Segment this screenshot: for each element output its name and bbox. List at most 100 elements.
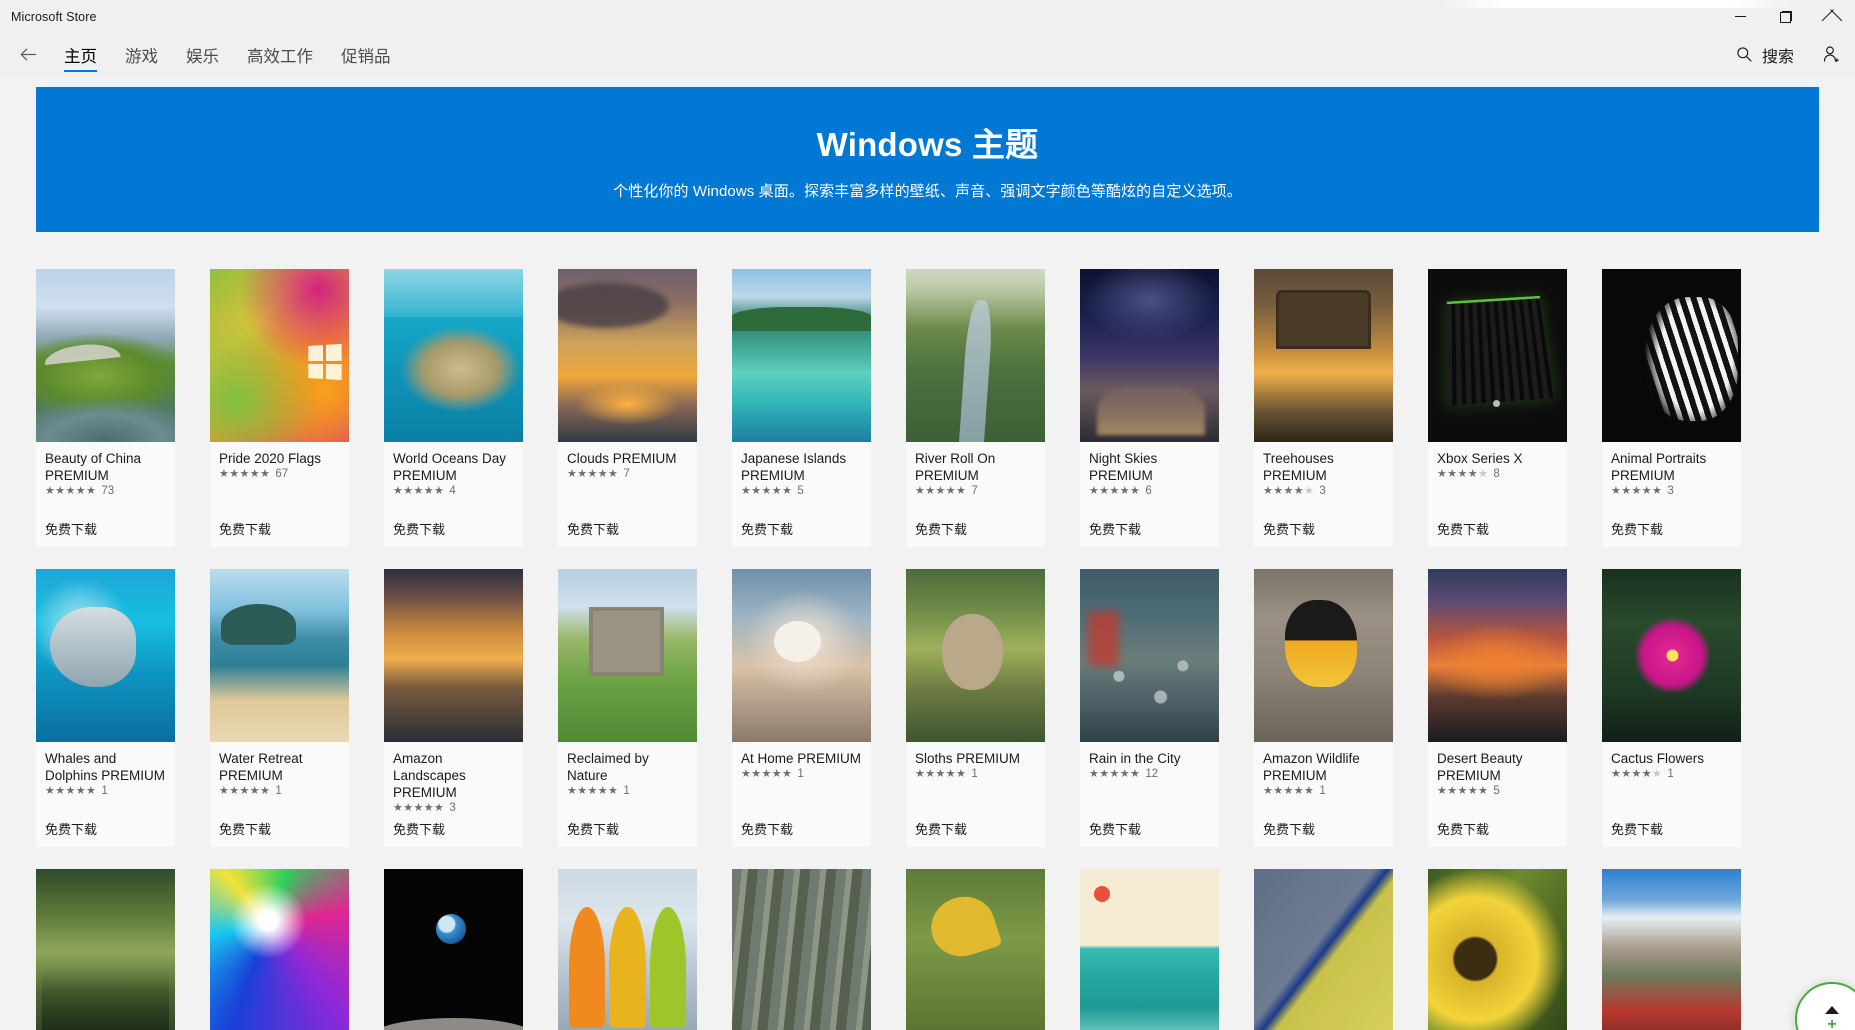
account-button[interactable]	[1808, 33, 1855, 76]
tile-price[interactable]: 免费下载	[567, 519, 688, 547]
thumbnail-clouds	[558, 269, 697, 442]
thumbnail-surfboards	[558, 869, 697, 1030]
minimize-button[interactable]	[1717, 0, 1763, 33]
thumbnail-whales-and-dolphins	[36, 569, 175, 742]
star-rating-icons: ★★★★★	[219, 469, 270, 480]
thumbnail-artwork	[1428, 869, 1567, 1030]
tile-price[interactable]: 免费下载	[45, 819, 166, 847]
tile-price[interactable]: 免费下载	[1611, 819, 1732, 847]
tile-rating: ★★★★★1	[1611, 769, 1732, 781]
theme-tile[interactable]	[210, 869, 349, 1030]
theme-tile[interactable]: Whales and Dolphins PREMIUM★★★★★1免费下载	[36, 569, 175, 847]
tile-price[interactable]: 免费下载	[741, 519, 862, 547]
theme-tile[interactable]: Night Skies PREMIUM★★★★★6免费下载	[1080, 269, 1219, 547]
tile-rating: ★★★★★1	[567, 786, 688, 798]
thumbnail-animal-portraits	[1602, 269, 1741, 442]
thumbnail-artwork	[36, 569, 175, 742]
tile-rating: ★★★★★1	[915, 769, 1036, 781]
tile-body: Sloths PREMIUM★★★★★1免费下载	[906, 742, 1045, 847]
hero-banner: Windows 主题 个性化你的 Windows 桌面。探索丰富多样的壁纸、声音…	[36, 87, 1819, 232]
theme-tile[interactable]: Sloths PREMIUM★★★★★1免费下载	[906, 569, 1045, 847]
tile-price[interactable]: 免费下载	[45, 519, 166, 547]
tile-body: At Home PREMIUM★★★★★1免费下载	[732, 742, 871, 847]
tile-price[interactable]: 免费下载	[915, 819, 1036, 847]
search-button[interactable]: 搜索	[1722, 33, 1808, 76]
power-button-shape	[1493, 400, 1500, 407]
nav-tab-deals[interactable]: 促销品	[327, 33, 405, 76]
thumbnail-artwork	[906, 869, 1045, 1030]
tile-price[interactable]: 免费下载	[915, 519, 1036, 547]
title-bar: Microsoft Store	[0, 0, 1855, 33]
theme-tile[interactable]	[732, 869, 871, 1030]
tile-price[interactable]: 免费下载	[1437, 519, 1558, 547]
nav-tab-productivity[interactable]: 高效工作	[233, 33, 327, 76]
tile-price[interactable]: 免费下载	[393, 519, 514, 547]
back-button[interactable]	[6, 35, 50, 75]
star-rating-icons: ★★★★★	[741, 486, 792, 497]
theme-tile[interactable]	[558, 869, 697, 1030]
theme-tile[interactable]: Amazon Landscapes PREMIUM★★★★★3免费下载	[384, 569, 523, 847]
tile-price[interactable]: 免费下载	[393, 819, 514, 847]
star-rating-icons: ★★★★★	[567, 469, 618, 480]
thumbnail-mountain-meadow	[1602, 869, 1741, 1030]
theme-tile[interactable]: At Home PREMIUM★★★★★1免费下载	[732, 569, 871, 847]
tile-price[interactable]: 免费下载	[741, 819, 862, 847]
close-button[interactable]	[1809, 0, 1855, 33]
theme-tile[interactable]: Clouds PREMIUM★★★★★7免费下载	[558, 269, 697, 547]
theme-tile[interactable]: Pride 2020 Flags★★★★★67免费下载	[210, 269, 349, 547]
theme-tile[interactable]	[1254, 869, 1393, 1030]
rating-count: 1	[101, 786, 107, 798]
theme-tile[interactable]: World Oceans Day PREMIUM★★★★★4免费下载	[384, 269, 523, 547]
content-scroll-area[interactable]: Windows 主题 个性化你的 Windows 桌面。探索丰富多样的壁纸、声音…	[0, 76, 1855, 1030]
thumbnail-illustrated-beach	[1080, 869, 1219, 1030]
rating-count: 3	[1319, 486, 1325, 498]
theme-tile[interactable]	[1428, 869, 1567, 1030]
tile-price[interactable]: 免费下载	[219, 519, 340, 547]
tile-title: Whales and Dolphins PREMIUM	[45, 750, 166, 784]
theme-tile[interactable]: Treehouses PREMIUM★★★★★3免费下载	[1254, 269, 1393, 547]
tile-price[interactable]: 免费下载	[1089, 819, 1210, 847]
theme-tile[interactable]: Animal Portraits PREMIUM★★★★★3免费下载	[1602, 269, 1741, 547]
theme-tile[interactable]	[36, 869, 175, 1030]
theme-tile[interactable]	[1602, 869, 1741, 1030]
tile-body: Japanese Islands PREMIUM★★★★★5免费下载	[732, 442, 871, 547]
theme-tile[interactable]	[1080, 869, 1219, 1030]
thumbnail-artwork	[384, 869, 523, 1030]
star-rating-icons: ★★★★★	[915, 769, 966, 780]
theme-tile[interactable]: Beauty of China PREMIUM★★★★★73免费下载	[36, 269, 175, 547]
search-label: 搜索	[1762, 43, 1794, 67]
tile-price[interactable]: 免费下载	[567, 819, 688, 847]
thumbnail-pride-2020-flags	[210, 269, 349, 442]
nav-tabs: 主页 游戏 娱乐 高效工作 促销品	[50, 33, 405, 76]
tile-price[interactable]: 免费下载	[1263, 819, 1384, 847]
nav-tab-games[interactable]: 游戏	[111, 33, 172, 76]
star-rating-icons: ★★★★★	[393, 803, 444, 814]
theme-tile[interactable]: Amazon Wildlife PREMIUM★★★★★1免费下载	[1254, 569, 1393, 847]
tile-title: Rain in the City	[1089, 750, 1210, 767]
tile-price[interactable]: 免费下载	[1437, 819, 1558, 847]
tile-price[interactable]: 免费下载	[1611, 519, 1732, 547]
tile-price[interactable]: 免费下载	[1089, 519, 1210, 547]
thumbnail-artwork	[36, 869, 175, 1030]
thumbnail-earthrise	[384, 869, 523, 1030]
tile-price[interactable]: 免费下载	[219, 819, 340, 847]
theme-tile[interactable]	[384, 869, 523, 1030]
theme-tile[interactable]: Desert Beauty PREMIUM★★★★★5免费下载	[1428, 569, 1567, 847]
thumbnail-artwork	[210, 269, 349, 442]
nav-tab-home[interactable]: 主页	[50, 33, 111, 76]
maximize-restore-button[interactable]	[1763, 0, 1809, 33]
tile-title: Amazon Landscapes PREMIUM	[393, 750, 514, 801]
theme-tile[interactable]: River Roll On PREMIUM★★★★★7免费下载	[906, 269, 1045, 547]
theme-tile[interactable]: Rain in the City★★★★★12免费下载	[1080, 569, 1219, 847]
theme-tile[interactable]: Japanese Islands PREMIUM★★★★★5免费下载	[732, 269, 871, 547]
tile-price[interactable]: 免费下载	[1263, 519, 1384, 547]
theme-tile[interactable]: Cactus Flowers★★★★★1免费下载	[1602, 569, 1741, 847]
rating-count: 1	[1319, 786, 1325, 798]
theme-tile[interactable]	[906, 869, 1045, 1030]
theme-tile[interactable]: Reclaimed by Nature★★★★★1免费下载	[558, 569, 697, 847]
theme-tile[interactable]: Water Retreat PREMIUM★★★★★1免费下载	[210, 569, 349, 847]
windows-logo-icon	[308, 344, 341, 380]
theme-tile[interactable]: Xbox Series X★★★★★8免费下载	[1428, 269, 1567, 547]
rating-count: 5	[1493, 786, 1499, 798]
nav-tab-entertainment[interactable]: 娱乐	[172, 33, 233, 76]
